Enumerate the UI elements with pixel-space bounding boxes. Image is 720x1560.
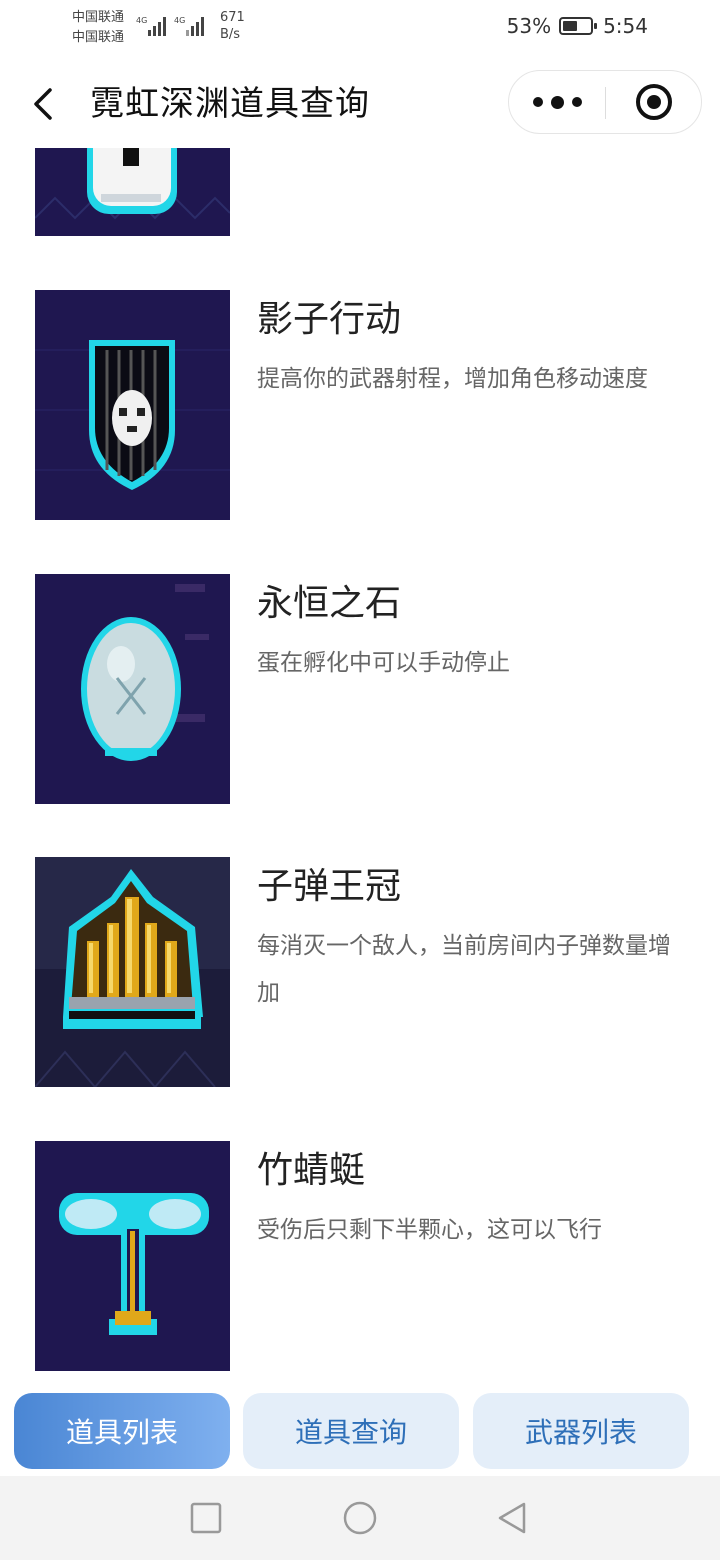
item-thumbnail[interactable] xyxy=(35,857,230,1087)
close-mini-program-button[interactable] xyxy=(606,71,702,133)
bullet-crown-icon xyxy=(35,857,230,1087)
signal-icon-2: 4G xyxy=(174,16,204,36)
partial-item-icon xyxy=(35,148,230,236)
carrier-2: 中国联通 xyxy=(72,30,125,45)
bamboo-copter-icon xyxy=(35,1141,230,1371)
item-description: 蛋在孵化中可以手动停止 xyxy=(257,650,510,676)
back-button[interactable] xyxy=(28,82,64,126)
more-dot-icon xyxy=(571,97,582,107)
tab-weapon-list[interactable]: 武器列表 xyxy=(473,1393,689,1469)
shadow-shield-icon xyxy=(35,290,230,520)
battery-percent: 53% xyxy=(506,14,552,38)
item-description: 每消灭一个敌人，当前房间内子弹数量增加 xyxy=(257,933,671,1006)
network-2-label: 4G xyxy=(174,16,185,25)
status-bar: 中国联通 中国联通 4G 4G 671 B/s 53% 5:54 xyxy=(0,0,720,56)
carrier-labels: 中国联通 中国联通 xyxy=(72,8,124,48)
target-icon xyxy=(636,84,672,120)
bottom-tab-bar: 道具列表 道具查询 武器列表 xyxy=(0,1380,720,1476)
item-thumbnail[interactable] xyxy=(35,574,230,804)
back-arrow-icon xyxy=(34,88,52,120)
item-name: 影子行动 xyxy=(257,299,402,340)
item-name: 永恒之石 xyxy=(257,583,402,624)
square-icon xyxy=(190,1502,222,1534)
more-dot-icon xyxy=(532,97,543,107)
item-thumbnail[interactable] xyxy=(35,290,230,520)
more-button[interactable] xyxy=(509,71,605,133)
item-thumbnail[interactable] xyxy=(35,148,230,236)
system-navigation-bar xyxy=(0,1476,720,1560)
net-speed-unit: B/s xyxy=(220,27,241,42)
tab-item-list[interactable]: 道具列表 xyxy=(14,1393,230,1469)
eternal-stone-egg-icon xyxy=(35,574,230,804)
circle-icon xyxy=(343,1501,377,1535)
battery-fill xyxy=(563,21,577,31)
item-list[interactable]: 影子行动 提高你的武器射程，增加角色移动速度 永恒之石 蛋在孵化中可以手动停止 xyxy=(0,148,720,1380)
carrier-1: 中国联通 xyxy=(72,10,125,25)
item-name: 子弹王冠 xyxy=(257,866,402,907)
more-dot-icon xyxy=(550,95,564,109)
item-description: 受伤后只剩下半颗心，这可以飞行 xyxy=(257,1217,602,1243)
item-name: 竹蜻蜓 xyxy=(257,1150,366,1191)
recents-button[interactable] xyxy=(188,1500,224,1536)
tab-item-search[interactable]: 道具查询 xyxy=(243,1393,459,1469)
item-description: 提高你的武器射程，增加角色移动速度 xyxy=(257,366,648,392)
network-1-label: 4G xyxy=(136,16,147,25)
back-nav-button[interactable] xyxy=(494,1500,530,1536)
home-button[interactable] xyxy=(342,1500,378,1536)
net-speed: 671 B/s xyxy=(220,9,245,43)
item-thumbnail[interactable] xyxy=(35,1141,230,1371)
triangle-back-icon xyxy=(498,1502,526,1534)
clock: 5:54 xyxy=(603,14,648,38)
nav-bar: 霓虹深渊道具查询 xyxy=(0,60,720,148)
status-right: 53% 5:54 xyxy=(507,14,648,38)
net-speed-value: 671 xyxy=(220,10,245,25)
signal-icon: 4G xyxy=(136,16,166,36)
mini-program-capsule xyxy=(508,70,702,134)
battery-icon xyxy=(559,17,598,35)
page-title: 霓虹深渊道具查询 xyxy=(90,84,370,124)
